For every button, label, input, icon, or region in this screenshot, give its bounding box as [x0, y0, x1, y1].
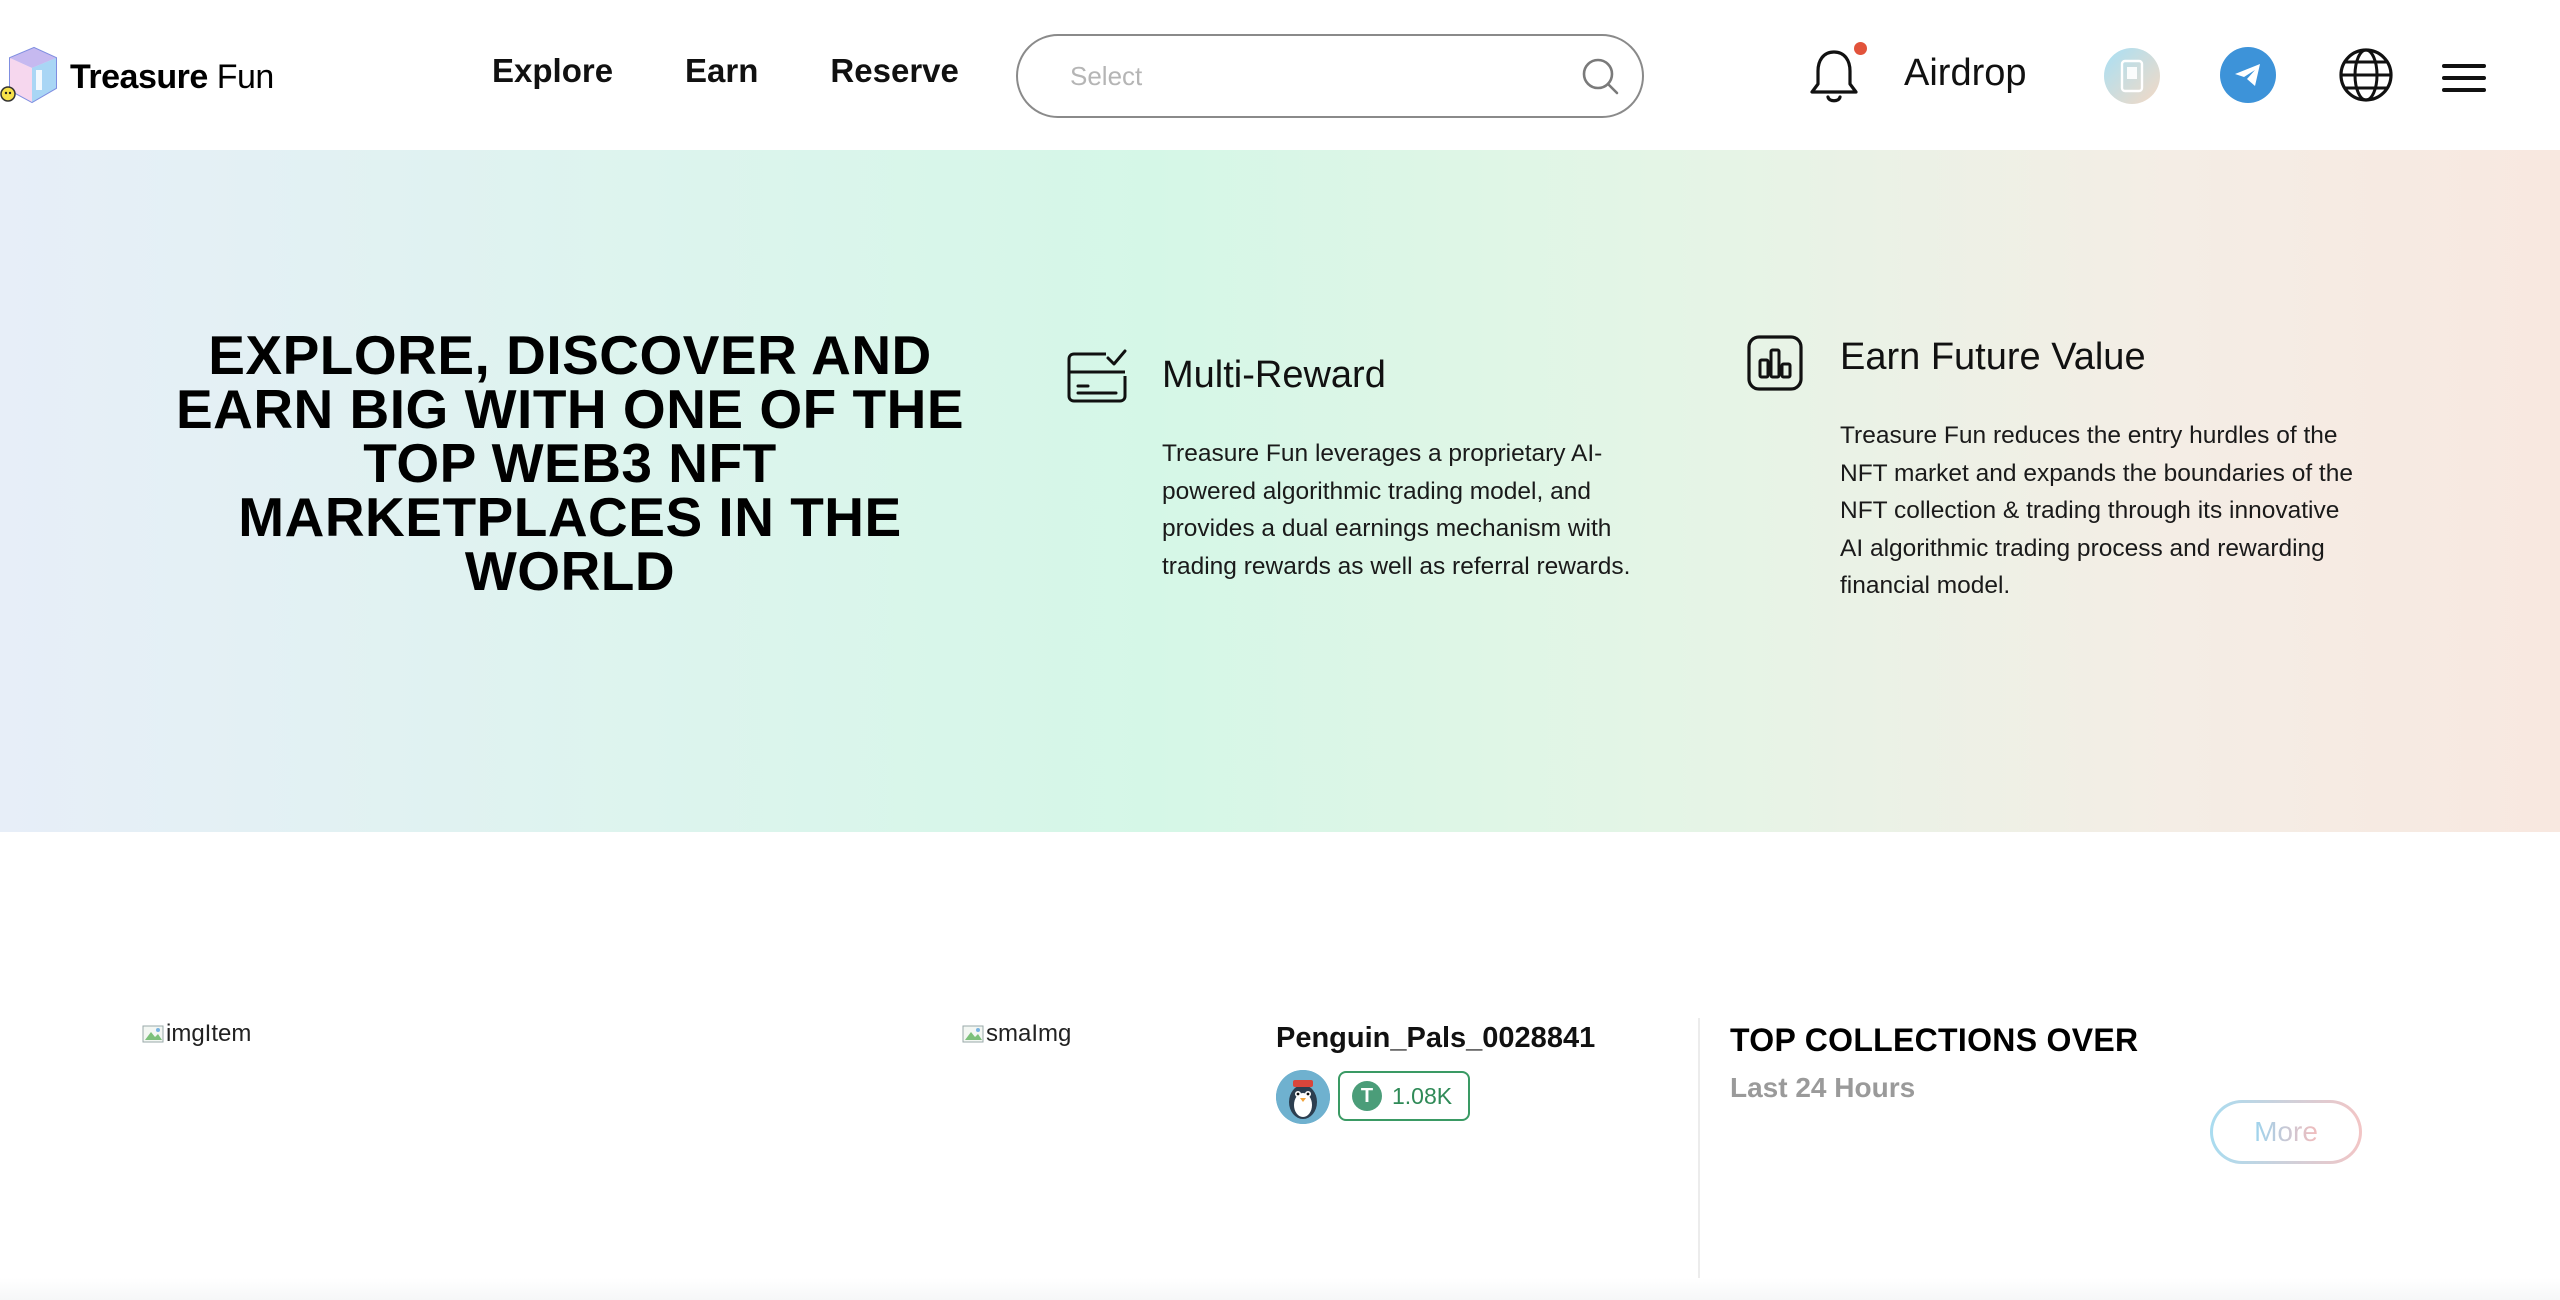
app-icon[interactable]	[2104, 48, 2160, 104]
feature-multi-reward: Multi-Reward Treasure Fun leverages a pr…	[1162, 354, 1682, 585]
broken-image-icon	[142, 1025, 164, 1043]
feature-earn-future-value: Earn Future Value Treasure Fun reduces t…	[1840, 336, 2360, 605]
card-check-icon	[1067, 349, 1127, 403]
nav-explore[interactable]: Explore	[492, 52, 613, 90]
feature-text: Treasure Fun leverages a proprietary AI-…	[1162, 440, 1631, 580]
brand-name: Treasure Fun	[70, 58, 274, 97]
more-button[interactable]: More	[2210, 1100, 2362, 1164]
feature-title: Earn Future Value	[1840, 336, 2146, 378]
small-nft-image[interactable]: smaImg	[962, 1020, 1071, 1048]
treasure-chest-logo-icon	[0, 46, 57, 104]
featured-section: imgItem smaImg Penguin_Pals_0028841 T 1.…	[0, 832, 2560, 1300]
more-button-label: More	[2254, 1116, 2318, 1147]
airdrop-link[interactable]: Airdrop	[1904, 52, 2027, 95]
top-collections-title: TOP COLLECTIONS OVER	[1730, 1022, 2139, 1058]
image-alt-text: smaImg	[986, 1020, 1072, 1047]
feature-text: Treasure Fun reduces the entry hurdles o…	[1840, 422, 2353, 599]
search-box	[1016, 34, 1644, 118]
price-badge: T 1.08K	[1338, 1071, 1471, 1121]
tether-icon: T	[1352, 1081, 1382, 1111]
phone-icon	[2120, 59, 2144, 93]
broken-image-icon	[962, 1025, 984, 1043]
section-divider	[1698, 1018, 1700, 1300]
nft-price: 1.08K	[1392, 1082, 1453, 1109]
hero-title: EXPLORE, DISCOVER AND EARN BIG WITH ONE …	[175, 324, 965, 602]
penguin-avatar-icon	[1276, 1070, 1330, 1124]
globe-icon[interactable]	[2336, 45, 2396, 105]
hero-section: EXPLORE, DISCOVER AND EARN BIG WITH ONE …	[0, 150, 2560, 832]
top-collections-period: Last 24 Hours	[1730, 1072, 1916, 1103]
nav-earn[interactable]: Earn	[685, 52, 758, 90]
main-nft-image[interactable]: imgItem	[142, 1020, 251, 1048]
telegram-icon[interactable]	[2220, 47, 2276, 103]
notification-dot	[1854, 42, 1867, 55]
bell-icon[interactable]	[1806, 44, 1862, 108]
nft-name[interactable]: Penguin_Pals_0028841	[1276, 1022, 1595, 1055]
main-nav: Explore Earn Reserve	[492, 52, 1031, 90]
search-icon[interactable]	[1578, 54, 1622, 98]
search-input[interactable]	[1070, 60, 1578, 92]
image-alt-text: imgItem	[166, 1020, 252, 1047]
avatar[interactable]	[1276, 1070, 1330, 1124]
bar-chart-icon	[1747, 335, 1803, 391]
brand-name-light: Fun	[216, 57, 275, 96]
site-header: Treasure Fun Explore Earn Reserve Airdro…	[0, 0, 2560, 150]
feature-title: Multi-Reward	[1162, 354, 1386, 396]
brand-logo[interactable]: Treasure Fun	[0, 42, 274, 112]
menu-icon[interactable]	[2442, 62, 2486, 94]
nav-reserve[interactable]: Reserve	[830, 52, 958, 90]
brand-name-bold: Treasure	[70, 57, 208, 96]
bottom-fade	[0, 1278, 2560, 1300]
